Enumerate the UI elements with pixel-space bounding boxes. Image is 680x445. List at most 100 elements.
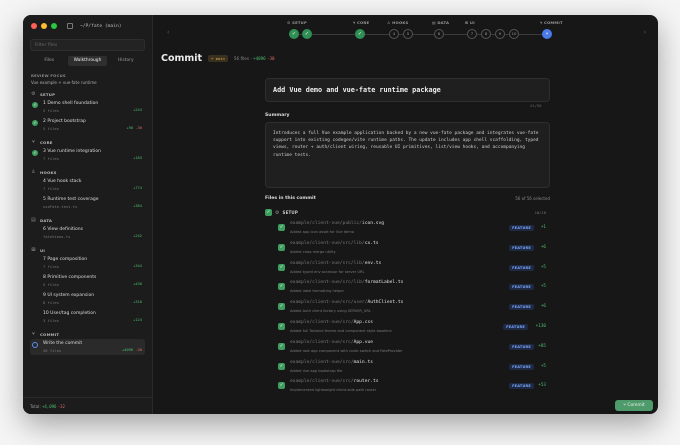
walkthrough-step[interactable]: ✓ 3 Vue runtime integration 7 files +183 — [30, 147, 145, 163]
tab-history[interactable]: History — [107, 56, 145, 66]
step-additions: +310 — [133, 300, 142, 304]
step-title: 2 Project bootstrap — [43, 119, 142, 124]
file-checkbox[interactable]: ✓ — [278, 283, 285, 291]
step-indicator[interactable]: 10 — [509, 29, 519, 39]
file-row[interactable]: ✓ example/client-vue/src/lib/env.ts Added … — [265, 259, 550, 278]
file-additions: +5 — [540, 363, 546, 369]
zoom-window-button[interactable] — [51, 23, 57, 29]
step-subtitle: useFate.test.ts — [43, 204, 78, 209]
step-circle-icon — [32, 312, 38, 318]
file-row[interactable]: ✓ example/client-vue/src/main.ts Added Vue… — [265, 358, 550, 377]
file-row[interactable]: ✓ example/client-vue/src/router.ts Impleme… — [265, 377, 550, 396]
step-additions: +242 — [133, 234, 142, 238]
page-deletions: -30 — [267, 56, 275, 61]
step-indicator[interactable]: ⑂ — [542, 29, 552, 39]
file-group-setup[interactable]: ✓ ⚙ SETUP 10/10 — [265, 207, 550, 218]
file-checkbox[interactable]: ✓ — [278, 323, 285, 330]
step-additions: +244 — [133, 108, 142, 112]
tab-files[interactable]: Files — [30, 56, 68, 66]
walkthrough-step[interactable]: 9 UI system expansion 8 files +310 — [30, 291, 145, 307]
file-checkbox[interactable]: ✓ — [278, 362, 285, 370]
section-header: ⊞ UI — [31, 247, 144, 253]
walkthrough-step[interactable]: 10 User/tag completion 3 files +124 — [30, 309, 145, 325]
file-checkbox[interactable]: ✓ — [278, 382, 285, 390]
minimize-window-button[interactable] — [41, 23, 47, 29]
step-indicator[interactable]: 4 — [389, 29, 399, 39]
step-circle-icon — [32, 180, 38, 186]
file-row[interactable]: ✓ example/client-vue/src/lib/cx.ts Added c… — [265, 239, 550, 258]
stepper-group-label: COMMIT — [544, 20, 563, 25]
file-tag: FEATURE — [509, 225, 534, 231]
file-description: Added class merge utility — [290, 249, 336, 254]
file-checkbox[interactable]: ✓ — [278, 263, 285, 271]
database-icon: ▤ — [31, 217, 36, 223]
step-title: 6 View definitions — [43, 227, 142, 232]
step-title: 10 User/tag completion — [43, 311, 142, 316]
tab-walkthrough[interactable]: Walkthrough — [68, 56, 107, 66]
step-indicator[interactable]: 8 — [481, 29, 491, 39]
step-connector — [519, 34, 542, 35]
file-path: example/client-vue/src/lib/cx.ts — [290, 241, 379, 246]
group-name: SETUP — [282, 210, 299, 215]
stepper-group-core: ⑂ CORE — [353, 20, 369, 25]
step-indicator[interactable]: 6 — [434, 29, 444, 39]
step-circle-icon — [32, 294, 38, 300]
walkthrough-step[interactable]: ✓ 1 Demo shell foundation 5 files +244 — [30, 99, 145, 115]
main-panel: ‹ › ⚙ SETUP ✓ ✓ ⑂ CORE ✓ ♙ HOOKS 4 5 ▤ DATA 6 ⊞ UI… — [153, 15, 658, 414]
step-circle-icon — [32, 276, 38, 282]
walkthrough-step[interactable]: 5 Runtime test coverage useFate.test.ts +3… — [30, 195, 145, 211]
step-indicator[interactable]: ✓ — [289, 29, 299, 39]
file-additions: +5 — [540, 264, 546, 270]
commit-summary-textarea[interactable]: Introduces a full Vue example applicatio… — [265, 122, 550, 188]
file-checkbox[interactable]: ✓ — [278, 342, 285, 350]
step-number: 3 — [43, 149, 46, 154]
commit-title-input[interactable]: Add Vue demo and vue-fate runtime packag… — [265, 78, 550, 102]
gear-icon: ⚙ — [31, 91, 36, 97]
walkthrough-step[interactable]: ✓ 2 Project bootstrap 5 files +90 -30 — [30, 117, 145, 133]
step-title: 1 Demo shell foundation — [43, 101, 142, 106]
step-indicator[interactable]: ✓ — [302, 29, 312, 39]
walkthrough-step[interactable]: 7 Page composition 7 files +344 — [30, 255, 145, 271]
walkthrough-step[interactable]: 4 Vue hook stack 7 files +774 — [30, 177, 145, 193]
file-row[interactable]: ✓ example/client-vue/src/App.css Added ful… — [265, 318, 550, 337]
step-diff-count: +384 — [133, 204, 142, 208]
stepper-group-label: HOOKS — [392, 20, 409, 25]
file-checkbox[interactable]: ✓ — [278, 224, 285, 231]
hook-icon: ♙ — [31, 169, 36, 175]
file-row[interactable]: ✓ example/client-vue/src/lib/formatLabel.… — [265, 278, 550, 297]
file-path: example/client-vue/public/icon.svg — [290, 221, 384, 226]
file-row[interactable]: ✓ example/client-vue/public/icon.svg Added… — [265, 219, 550, 238]
file-description: Added label formatting helper — [290, 289, 344, 294]
step-deletions: -30 — [135, 126, 142, 130]
step-title: Write the commit — [43, 341, 142, 346]
file-name: main.ts — [353, 359, 373, 365]
close-window-button[interactable] — [31, 23, 37, 29]
walkthrough-step[interactable]: 6 View definitions fateViews.ts +242 — [30, 225, 145, 241]
step-indicator[interactable]: 9 — [495, 29, 505, 39]
file-tag: FEATURE — [509, 343, 534, 350]
file-description: Implemented lightweight client-side path… — [290, 388, 377, 393]
walkthrough-step[interactable]: 8 Primitive components 5 files +430 — [30, 273, 145, 289]
prev-step-icon[interactable]: ‹ — [167, 29, 169, 36]
group-checkbox[interactable]: ✓ — [265, 209, 272, 216]
next-step-icon[interactable]: › — [644, 29, 646, 36]
page-additions: +4096 — [253, 56, 266, 61]
filter-files-input[interactable]: Filter files — [30, 39, 145, 51]
step-subtitle: 5 files — [43, 108, 60, 113]
file-checkbox[interactable]: ✓ — [278, 243, 285, 251]
step-indicator[interactable]: 7 — [467, 29, 477, 39]
file-tag: FEATURE — [503, 324, 528, 330]
step-indicator[interactable]: ✓ — [355, 29, 365, 39]
sidebar-tabs: Files Walkthrough History — [30, 56, 145, 66]
step-title-text: Demo shell foundation — [47, 101, 99, 106]
file-additions: +6 — [540, 244, 546, 250]
commit-button[interactable]: ⑂ Commit — [615, 400, 653, 411]
file-row[interactable]: ✓ example/client-vue/src/App.vue Added roo… — [265, 338, 550, 357]
step-indicator[interactable]: 5 — [403, 29, 413, 39]
file-path: example/client-vue/src/lib/formatLabel.t… — [290, 280, 403, 285]
sidebar-toggle-icon[interactable] — [67, 23, 73, 29]
file-row[interactable]: ✓ example/client-vue/src/user/AuthClient.… — [265, 298, 550, 317]
step-connector — [477, 34, 481, 35]
file-checkbox[interactable]: ✓ — [278, 303, 285, 311]
walkthrough-step[interactable]: Write the commit 56 files +4096 -30 — [30, 339, 145, 355]
